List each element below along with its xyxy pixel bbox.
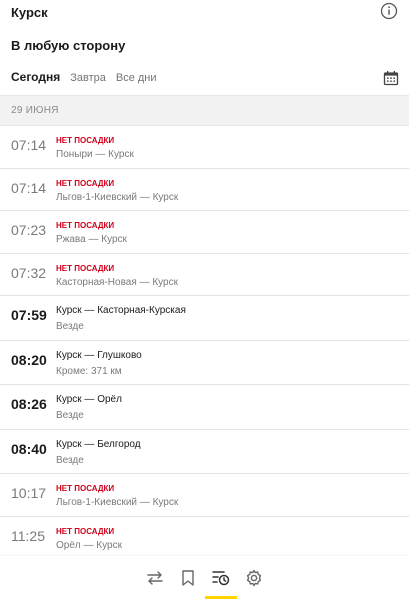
- date-header: 29 ИЮНЯ: [0, 95, 409, 126]
- route-name: Курск — Орёл: [56, 394, 122, 405]
- date-label: 29 ИЮНЯ: [11, 105, 59, 116]
- bottom-navigation: [0, 556, 409, 600]
- route-name: Курск — Глушково: [56, 349, 142, 361]
- departure-time: 11:25: [11, 527, 45, 544]
- route-name: Курск — Белгород: [56, 438, 141, 450]
- route-name: Ржава — Курск: [56, 234, 127, 245]
- schedule-row[interactable]: 07:32 НЕТ ПОСАДКИ Касторная-Новая — Курс…: [0, 254, 409, 296]
- route-name: Льгов-1-Киевский — Курск: [56, 191, 179, 203]
- schedule-row[interactable]: 08:26 Курск — Орёл Везде: [0, 385, 409, 430]
- tab-tomorrow[interactable]: Завтра: [70, 72, 106, 84]
- tab-today[interactable]: Сегодня: [11, 70, 60, 84]
- direction-selector[interactable]: В любую сторону: [11, 38, 125, 53]
- tab-all-days[interactable]: Все дни: [116, 72, 157, 84]
- departure-time: 07:32: [11, 264, 47, 281]
- route-name: Орёл — Курск: [56, 539, 122, 551]
- no-boarding-badge: НЕТ ПОСАДКИ: [56, 263, 115, 273]
- bookmark-icon[interactable]: [178, 568, 198, 588]
- schedule-row[interactable]: 08:40 Курск — Белгород Везде: [0, 430, 409, 474]
- route-name: Поныри — Курск: [56, 149, 134, 160]
- route-swap-icon[interactable]: [145, 568, 165, 588]
- no-boarding-badge: НЕТ ПОСАДКИ: [56, 178, 115, 188]
- no-boarding-badge: НЕТ ПОСАДКИ: [56, 484, 115, 493]
- stops-info: Везде: [56, 454, 84, 466]
- stops-info: Везде: [56, 410, 84, 421]
- departure-time: 07:14: [11, 179, 47, 196]
- departure-time: 07:23: [11, 222, 47, 238]
- schedule-row[interactable]: 10:17 НЕТ ПОСАДКИ Льгов-1-Киевский — Кур…: [0, 474, 409, 517]
- schedule-row[interactable]: 11:25 НЕТ ПОСАДКИ Орёл — Курск: [0, 517, 409, 557]
- departure-time: 08:20: [11, 351, 47, 368]
- gear-icon[interactable]: [244, 568, 264, 588]
- no-boarding-badge: НЕТ ПОСАДКИ: [56, 526, 115, 536]
- header: Курск В любую сторону Сегодня Завтра Все…: [0, 0, 409, 95]
- schedule-row[interactable]: 07:59 Курск — Касторная-Курская Везде: [0, 296, 409, 341]
- no-boarding-badge: НЕТ ПОСАДКИ: [56, 221, 115, 230]
- departure-time: 08:40: [11, 440, 47, 457]
- departure-time: 07:59: [11, 307, 47, 323]
- calendar-icon[interactable]: [383, 70, 399, 86]
- day-tabs: Сегодня Завтра Все дни: [11, 70, 167, 84]
- stops-info: Кроме: 371 км: [56, 365, 122, 377]
- schedule-row[interactable]: 07:14 НЕТ ПОСАДКИ Поныри — Курск: [0, 126, 409, 169]
- schedule-icon[interactable]: [211, 568, 231, 588]
- departure-time: 10:17: [11, 485, 47, 501]
- departure-time: 08:26: [11, 396, 47, 412]
- route-name: Льгов-1-Киевский — Курск: [56, 497, 179, 508]
- departure-time: 07:14: [11, 137, 47, 153]
- route-name: Касторная-Новая — Курск: [56, 276, 178, 288]
- schedule-row[interactable]: 07:14 НЕТ ПОСАДКИ Льгов-1-Киевский — Кур…: [0, 169, 409, 211]
- schedule-row[interactable]: 07:23 НЕТ ПОСАДКИ Ржава — Курск: [0, 211, 409, 254]
- station-title[interactable]: Курск: [11, 5, 48, 20]
- info-icon[interactable]: [380, 2, 398, 20]
- stops-info: Везде: [56, 321, 84, 332]
- schedule-list: 07:14 НЕТ ПОСАДКИ Поныри — Курск 07:14 Н…: [0, 126, 409, 556]
- route-name: Курск — Касторная-Курская: [56, 305, 186, 316]
- schedule-row[interactable]: 08:20 Курск — Глушково Кроме: 371 км: [0, 341, 409, 385]
- active-tab-indicator: [205, 596, 237, 599]
- no-boarding-badge: НЕТ ПОСАДКИ: [56, 136, 115, 145]
